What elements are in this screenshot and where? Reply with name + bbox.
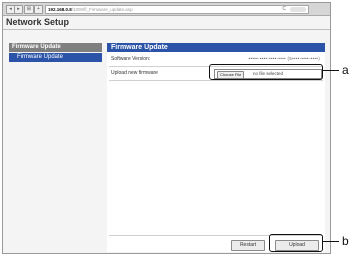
callout-a-highlight [209, 64, 323, 80]
app-title: Network Setup [6, 17, 70, 27]
sidebar: Firmware Update Firmware Update [9, 43, 102, 62]
restart-button[interactable]: Restart [231, 240, 265, 251]
row-divider [109, 80, 323, 81]
title-divider [3, 29, 330, 30]
callout-b-label: b [342, 234, 349, 248]
page-title: Firmware Update [107, 43, 325, 52]
callout-b-leader [322, 241, 339, 242]
bookmarks-icon[interactable]: ⊞ [24, 5, 34, 14]
software-version-value: •••••-••••-••••-•••• (5••••-••••-••••) [248, 56, 320, 61]
sidebar-heading: Firmware Update [9, 43, 102, 52]
address-bar[interactable]: 192.168.0.8/1000/fl_Firmware_update.asp … [45, 5, 309, 14]
browser-toolbar: ◂ ▸ ⊞ + 192.168.0.8/1000/fl_Firmware_upd… [3, 3, 330, 16]
reload-icon[interactable]: C [282, 6, 286, 13]
add-tab-button[interactable]: + [34, 5, 43, 14]
software-version-label: Software Version: [111, 56, 151, 62]
forward-button[interactable]: ▸ [14, 5, 23, 14]
url-host: 192.168.0.8 [48, 7, 72, 12]
url-path: /1000/fl_Firmware_update.asp [71, 7, 133, 12]
callout-a-label: a [342, 63, 349, 77]
sidebar-item-firmware-update[interactable]: Firmware Update [9, 53, 102, 62]
browser-window: ◂ ▸ ⊞ + 192.168.0.8/1000/fl_Firmware_upd… [2, 2, 331, 254]
upload-firmware-label: Upload new firmware [111, 70, 158, 76]
callout-b-highlight [269, 234, 323, 252]
search-field[interactable] [290, 7, 306, 12]
callout-a-leader [322, 70, 339, 71]
